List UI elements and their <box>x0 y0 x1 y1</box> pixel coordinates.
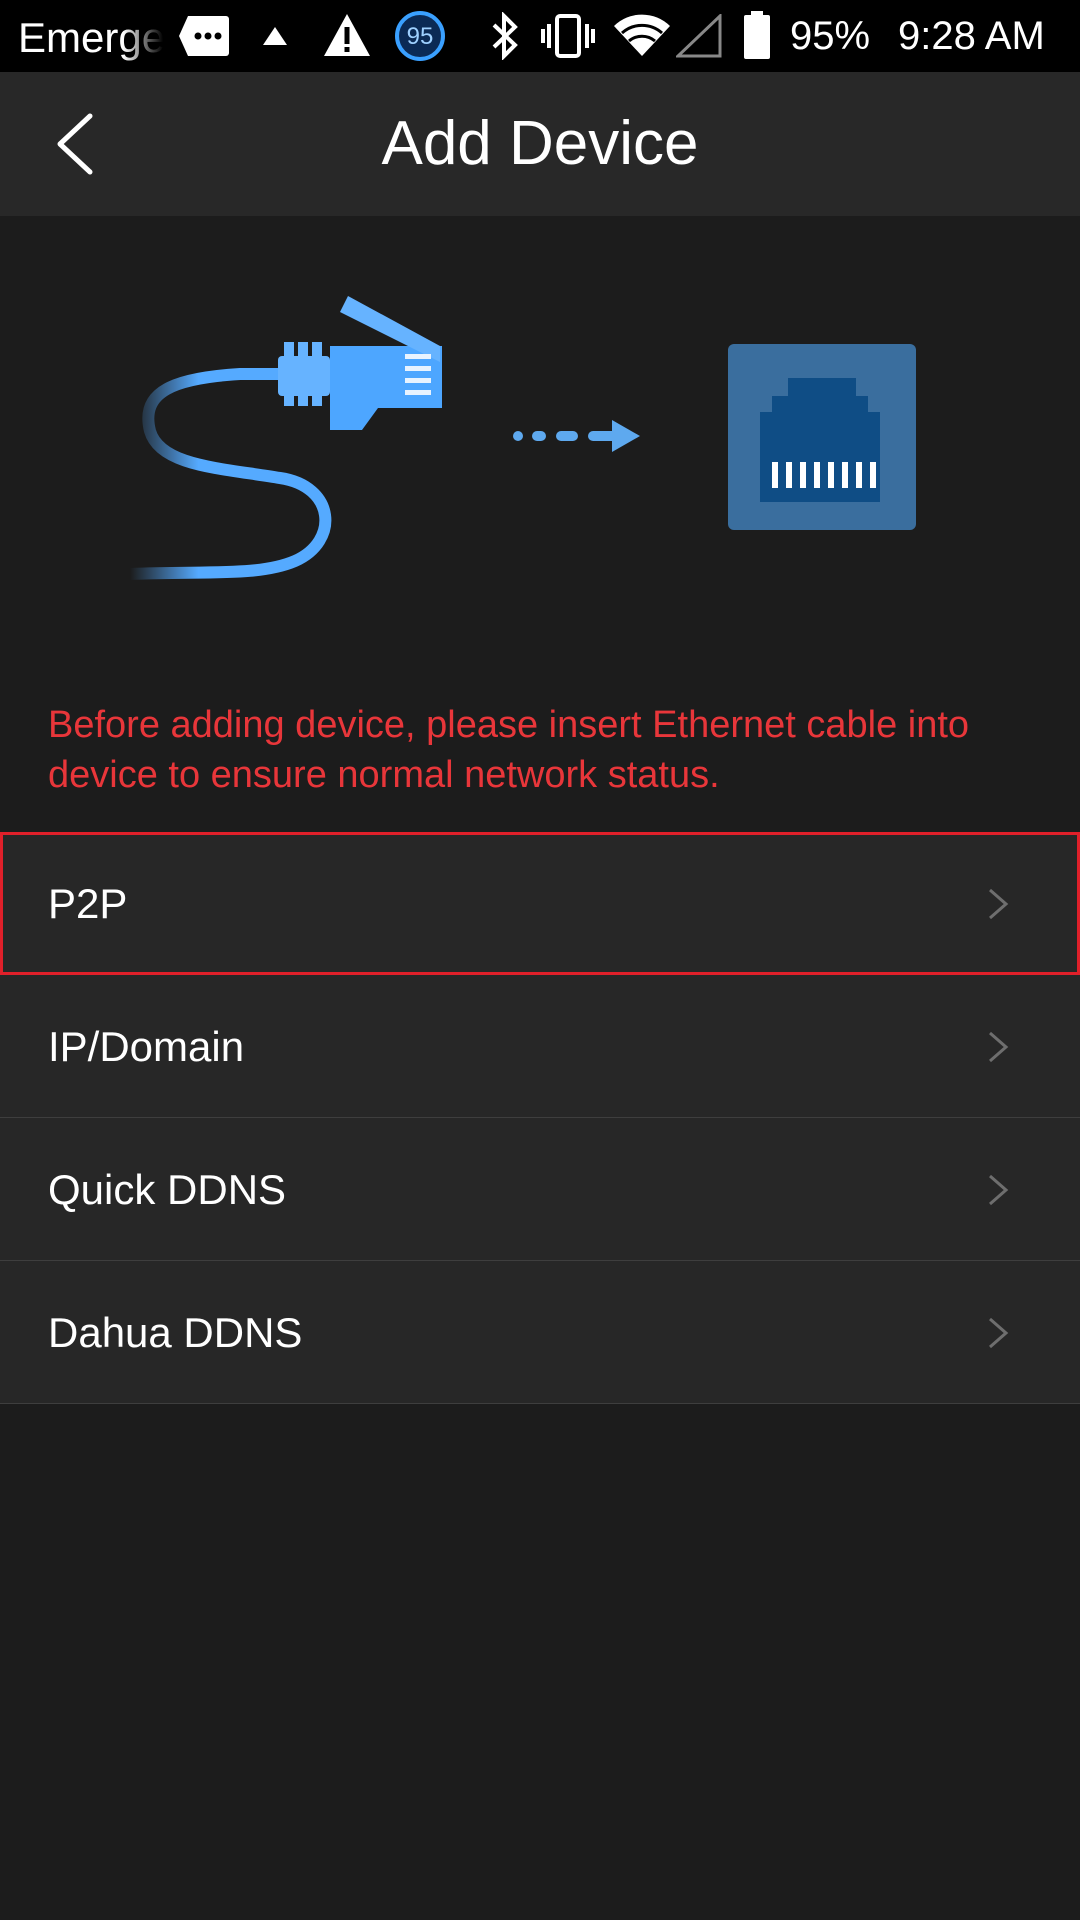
bluetooth-icon <box>492 12 518 60</box>
battery-percentage: 95% <box>790 14 871 58</box>
warning-icon <box>324 14 370 56</box>
message-icon <box>179 16 229 56</box>
ethernet-illustration <box>124 296 916 580</box>
menu-item-dahua-ddns[interactable]: Dahua DDNS <box>0 1261 1080 1404</box>
arrow-right-icon <box>513 420 640 452</box>
menu-item-p2p[interactable]: P2P <box>0 832 1080 975</box>
status-bar: Emerge 95 95% 9:28 AM <box>0 0 1080 72</box>
app-header: Add Device <box>0 72 1080 216</box>
battery-icon <box>744 11 770 59</box>
ethernet-port-icon <box>728 344 916 530</box>
signal-icon <box>676 14 722 58</box>
menu-item-label: Dahua DDNS <box>48 1309 303 1356</box>
menu-item-label: Quick DDNS <box>48 1166 287 1213</box>
ethernet-cable-icon <box>124 296 442 580</box>
upload-icon <box>263 27 287 45</box>
chevron-right-icon <box>989 1317 1009 1349</box>
ethernet-notice: Before adding device, please insert Ethe… <box>48 704 970 796</box>
connection-method-list: P2P IP/Domain Quick DDNS Dahua DDNS <box>0 832 1080 1404</box>
menu-item-ip-domain[interactable]: IP/Domain <box>0 975 1080 1118</box>
badge-icon: 95 <box>395 11 445 61</box>
carrier-label: Emerge <box>18 14 163 62</box>
chevron-right-icon <box>989 888 1009 920</box>
page-title: Add Device <box>381 109 699 178</box>
clock: 9:28 AM <box>898 14 1045 58</box>
vibrate-icon <box>541 14 595 58</box>
wifi-icon <box>614 14 670 57</box>
menu-item-quick-ddns[interactable]: Quick DDNS <box>0 1118 1080 1261</box>
menu-item-label: IP/Domain <box>48 1023 245 1070</box>
menu-item-label: P2P <box>48 880 128 927</box>
badge-number: 95 <box>407 23 434 50</box>
chevron-right-icon <box>989 1031 1009 1063</box>
chevron-right-icon <box>989 1174 1009 1206</box>
